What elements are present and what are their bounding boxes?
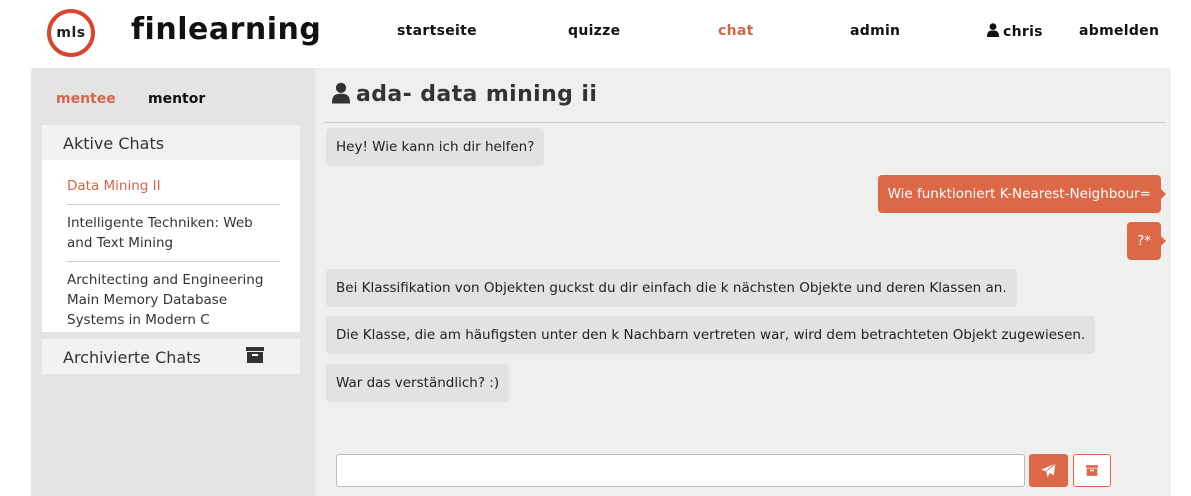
tab-mentor[interactable]: mentor [148,91,205,107]
chat-item-web-text-mining[interactable]: Intelligente Techniken: Web and Text Min… [67,205,280,262]
user-icon [332,82,350,104]
user-icon [987,23,999,37]
nav-chat[interactable]: chat [718,23,754,39]
archived-chats-label: Archivierte Chats [63,348,201,367]
active-chats-header[interactable]: Aktive Chats [42,125,300,160]
nav-quizzes[interactable]: quizze [568,23,620,39]
active-chats-list: Data Mining II Intelligente Techniken: W… [42,160,300,332]
message-incoming: Die Klasse, die am häufigsten unter den … [326,316,1096,354]
brand-name[interactable]: finlearning [131,12,321,47]
tab-mentee[interactable]: mentee [56,91,116,107]
archive-icon [1086,465,1098,476]
chat-title: ada- data mining ii [332,82,597,107]
send-button[interactable] [1029,454,1068,487]
archive-chat-button[interactable] [1073,454,1111,487]
logo[interactable]: mls [47,9,95,57]
message-outgoing: Wie funktioniert K-Nearest-Neighbour= [877,175,1167,213]
message-incoming: Hey! Wie kann ich dir helfen? [326,128,545,166]
message-incoming: War das verständlich? :) [326,364,510,402]
nav-home[interactable]: startseite [397,23,477,39]
nav-user[interactable]: chris [987,23,1043,40]
chat-item-main-memory-db[interactable]: Architecting and Engineering Main Memory… [67,262,280,338]
top-header: mls finlearning startseite quizze chat a… [0,0,1191,64]
chat-title-text: ada- data mining ii [356,82,598,107]
chat-item-data-mining[interactable]: Data Mining II [67,168,280,205]
sidebar: mentee mentor Aktive Chats Data Mining I… [31,68,315,496]
nav-admin[interactable]: admin [850,23,900,39]
chat-panel: ada- data mining ii Hey! Wie kann ich di… [315,68,1171,496]
divider [323,122,1166,123]
user-name: chris [1003,24,1043,40]
nav-logout[interactable]: abmelden [1079,23,1159,39]
logo-text: mls [56,25,86,41]
message-outgoing: ?* [1127,222,1166,260]
archive-icon [246,347,264,363]
message-input[interactable] [336,454,1025,487]
message-incoming: Bei Klassifikation von Objekten guckst d… [326,269,1017,307]
archived-chats-header[interactable]: Archivierte Chats [42,339,300,374]
paper-plane-icon [1041,463,1056,478]
